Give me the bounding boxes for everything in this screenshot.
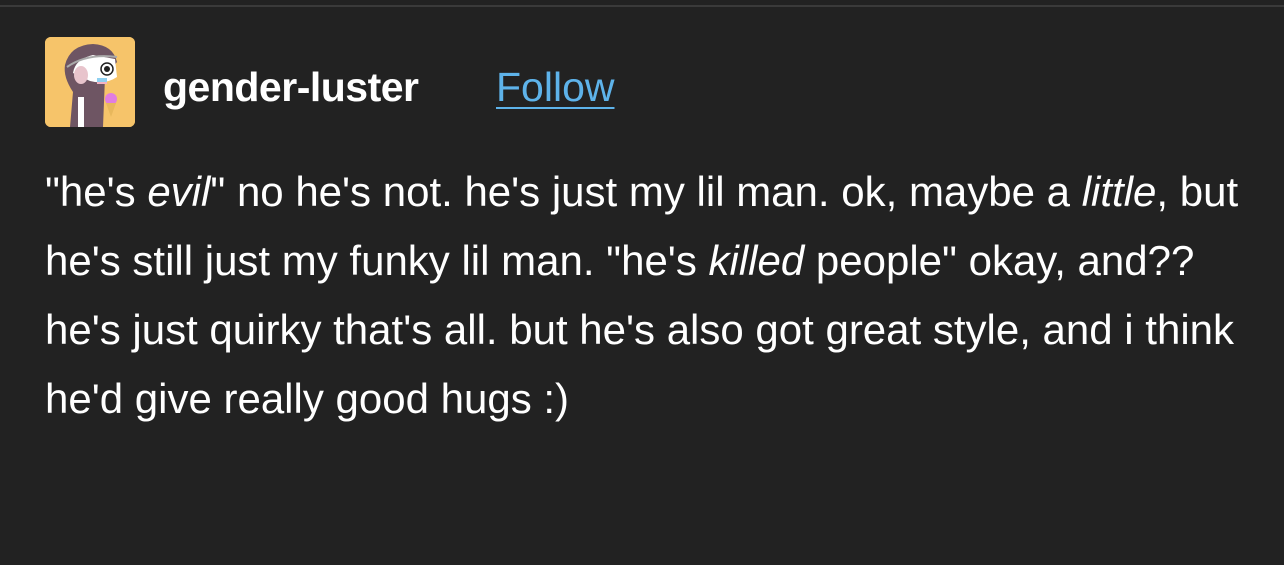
body-text-italic: little <box>1081 168 1157 215</box>
avatar[interactable] <box>45 37 135 127</box>
follow-button[interactable]: Follow <box>496 64 614 111</box>
body-text-italic: killed <box>708 237 805 284</box>
body-text: "he's <box>45 168 148 215</box>
top-divider <box>0 5 1284 7</box>
avatar-image-icon <box>45 37 135 127</box>
body-text-italic: evil <box>147 168 211 215</box>
body-text: " no he's not. he's just my lil man. ok,… <box>210 168 1082 215</box>
post-body: "he's evil" no he's not. he's just my li… <box>45 157 1255 433</box>
post-author-name[interactable]: gender-luster <box>163 64 419 111</box>
